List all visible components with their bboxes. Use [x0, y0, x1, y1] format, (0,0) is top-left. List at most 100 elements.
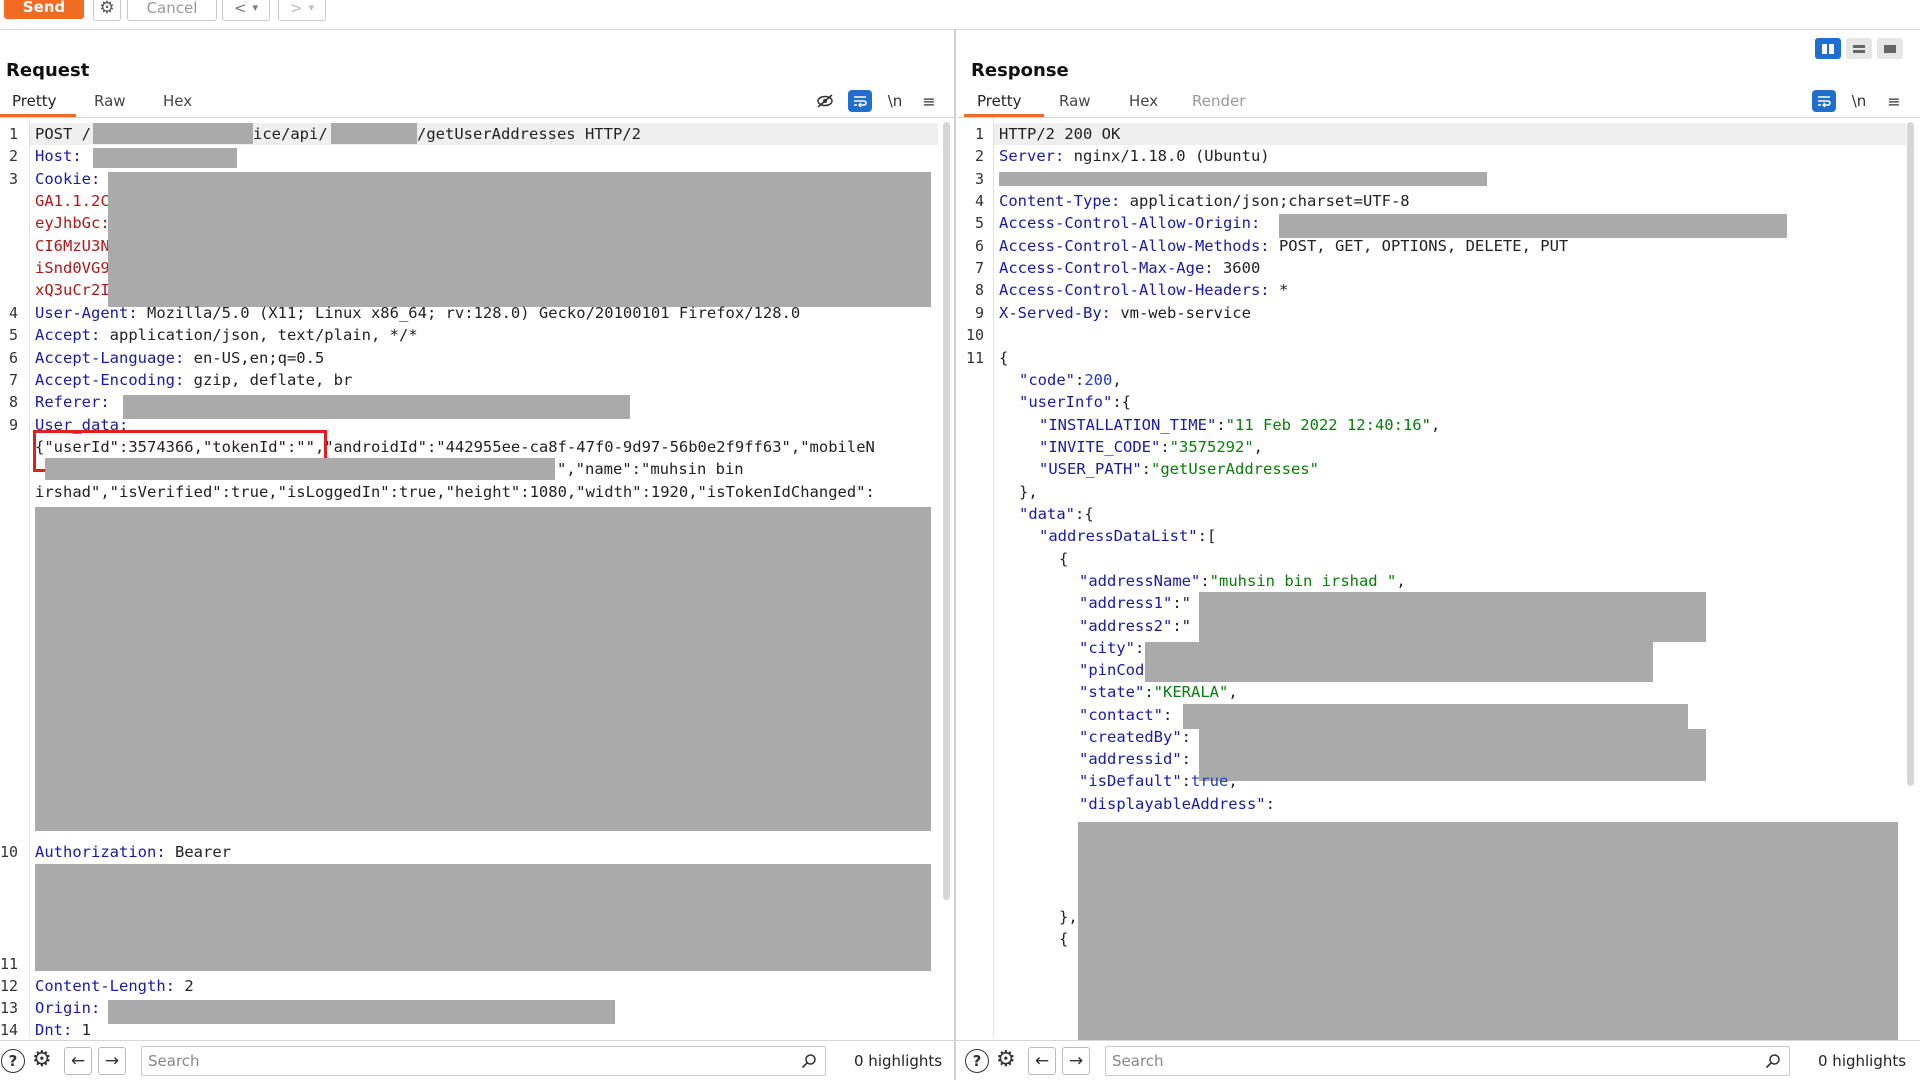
- settings-gear-icon[interactable]: ⚙: [32, 1047, 52, 1072]
- forward-history-button[interactable]: > ▾: [278, 0, 326, 21]
- json-value: "getUserAddresses": [1151, 460, 1319, 478]
- request-tab-pretty[interactable]: Pretty: [12, 92, 57, 116]
- hide-icon[interactable]: [813, 90, 837, 112]
- menu-icon[interactable]: ≡: [917, 90, 941, 112]
- newline-icon[interactable]: \n: [1847, 90, 1871, 112]
- json-key: "addressid": [1079, 750, 1182, 768]
- json-key: "INSTALLATION_TIME": [1039, 416, 1217, 434]
- header-key: Access-Control-Allow-Headers:: [999, 281, 1270, 299]
- request-tab-hex[interactable]: Hex: [163, 92, 192, 116]
- response-header-line: Access-Control-Max-Age: 3600: [999, 257, 1260, 279]
- response-tabs-divider: [957, 117, 1920, 118]
- json-line: "address2":": [1079, 617, 1191, 635]
- header-value: Mozilla/5.0 (X11; Linux x86_64; rv:128.0…: [137, 304, 801, 322]
- redacted-block: [123, 395, 630, 419]
- redacted-block: [1199, 729, 1706, 781]
- settings-gear-icon[interactable]: ⚙: [996, 1047, 1016, 1072]
- request-method-path: POST /: [35, 125, 91, 143]
- menu-icon[interactable]: ≡: [1882, 90, 1906, 112]
- json-value: "3575292": [1169, 438, 1254, 456]
- response-header-line: Access-Control-Allow-Methods: POST, GET,…: [999, 235, 1568, 257]
- help-icon[interactable]: ?: [965, 1049, 989, 1073]
- previous-match-icon[interactable]: ←: [1028, 1047, 1056, 1075]
- json-key: "USER_PATH": [1039, 460, 1142, 478]
- back-arrow-icon: <: [233, 0, 247, 17]
- header-key: Content-Length:: [35, 977, 175, 995]
- line-number: 6: [974, 237, 984, 255]
- json-value: true: [1191, 772, 1229, 790]
- request-header-line: Content-Length: 2: [35, 975, 194, 997]
- redacted-block: [35, 507, 931, 831]
- settings-gear-icon[interactable]: ⚙: [93, 0, 121, 21]
- horizontal-view-icon[interactable]: [1846, 38, 1872, 59]
- previous-match-icon[interactable]: ←: [64, 1047, 92, 1075]
- cookie-fragment: CI6MzU3N: [35, 237, 110, 255]
- line-number: 12: [0, 977, 18, 995]
- json-line: "userInfo":{: [1019, 393, 1131, 411]
- response-tab-render[interactable]: Render: [1192, 92, 1245, 116]
- request-scrollbar[interactable]: [943, 122, 950, 900]
- cookie-fragment: xQ3uCr2I: [35, 281, 110, 299]
- json-line: "pinCod: [1079, 659, 1144, 681]
- current-line-highlight: [994, 123, 1906, 145]
- back-history-button[interactable]: < ▾: [222, 0, 270, 21]
- json-line: "addressName":"muhsin bin irshad ",: [1079, 572, 1406, 590]
- response-scrollbar[interactable]: [1907, 122, 1914, 786]
- newline-icon[interactable]: \n: [883, 90, 907, 112]
- header-key: Access-Control-Allow-Methods:: [999, 237, 1270, 255]
- cancel-button[interactable]: Cancel: [127, 0, 217, 21]
- json-key: "city": [1079, 639, 1135, 657]
- search-icon: [801, 1054, 816, 1069]
- redacted-block: [999, 172, 1487, 186]
- header-value: gzip, deflate, br: [184, 371, 353, 389]
- header-key: Access-Control-Max-Age:: [999, 259, 1214, 277]
- response-search-input[interactable]: Search: [1105, 1046, 1790, 1076]
- split-view-icon[interactable]: [1815, 38, 1841, 59]
- json-brace: {: [1059, 550, 1069, 568]
- dropdown-arrow-icon: ▾: [308, 1, 315, 14]
- search-placeholder: Search: [1112, 1052, 1164, 1070]
- request-path-fragment: ice/api/: [253, 125, 328, 143]
- line-number: 9: [974, 304, 984, 322]
- request-search-input[interactable]: Search: [141, 1046, 826, 1076]
- request-tab-raw[interactable]: Raw: [94, 92, 126, 116]
- json-brace: },: [1019, 483, 1038, 501]
- json-key: "address2": [1079, 617, 1173, 635]
- highlights-count: 0 highlights: [1818, 1052, 1907, 1070]
- header-key: Origin:: [35, 999, 101, 1017]
- request-line: POST /: [35, 123, 91, 145]
- json-line: "INSTALLATION_TIME":"11 Feb 2022 12:40:1…: [1039, 416, 1441, 434]
- line-number: 8: [974, 281, 984, 299]
- line-number: 1: [8, 125, 18, 143]
- request-header-line: Accept-Language: en-US,en;q=0.5: [35, 347, 324, 369]
- response-tab-hex[interactable]: Hex: [1129, 92, 1158, 116]
- search-icon: [1765, 1054, 1780, 1069]
- header-key: User-Agent:: [35, 304, 138, 322]
- redacted-block: [331, 123, 417, 144]
- cookie-fragment: eyJhbGc:: [35, 214, 110, 232]
- single-view-icon[interactable]: [1877, 38, 1903, 59]
- json-line: "code":200,: [1019, 371, 1122, 389]
- help-icon[interactable]: ?: [1, 1049, 25, 1073]
- json-line: "INVITE_CODE":"3575292",: [1039, 438, 1264, 456]
- json-key: "addressDataList": [1039, 527, 1198, 545]
- json-brace: {: [1059, 930, 1069, 948]
- wrap-lines-icon[interactable]: [848, 90, 872, 112]
- next-match-icon[interactable]: →: [98, 1047, 126, 1075]
- response-tab-pretty[interactable]: Pretty: [977, 92, 1022, 116]
- json-key: "INVITE_CODE": [1039, 438, 1161, 456]
- next-match-icon[interactable]: →: [1062, 1047, 1090, 1075]
- header-key: Access-Control-Allow-Origin:: [999, 214, 1261, 232]
- response-tab-raw[interactable]: Raw: [1059, 92, 1091, 116]
- json-line: "city":: [1079, 639, 1145, 657]
- request-title: Request: [6, 60, 90, 81]
- json-key: "data": [1019, 505, 1075, 523]
- redacted-block: [1199, 592, 1706, 642]
- wrap-lines-icon[interactable]: [1812, 90, 1836, 112]
- header-key: Authorization:: [35, 843, 166, 861]
- line-number: 11: [0, 955, 18, 973]
- json-value: "KERALA": [1153, 683, 1229, 701]
- send-button[interactable]: Send: [4, 0, 84, 19]
- line-number: 10: [965, 326, 984, 344]
- json-value: "11 Feb 2022 12:40:16": [1225, 416, 1431, 434]
